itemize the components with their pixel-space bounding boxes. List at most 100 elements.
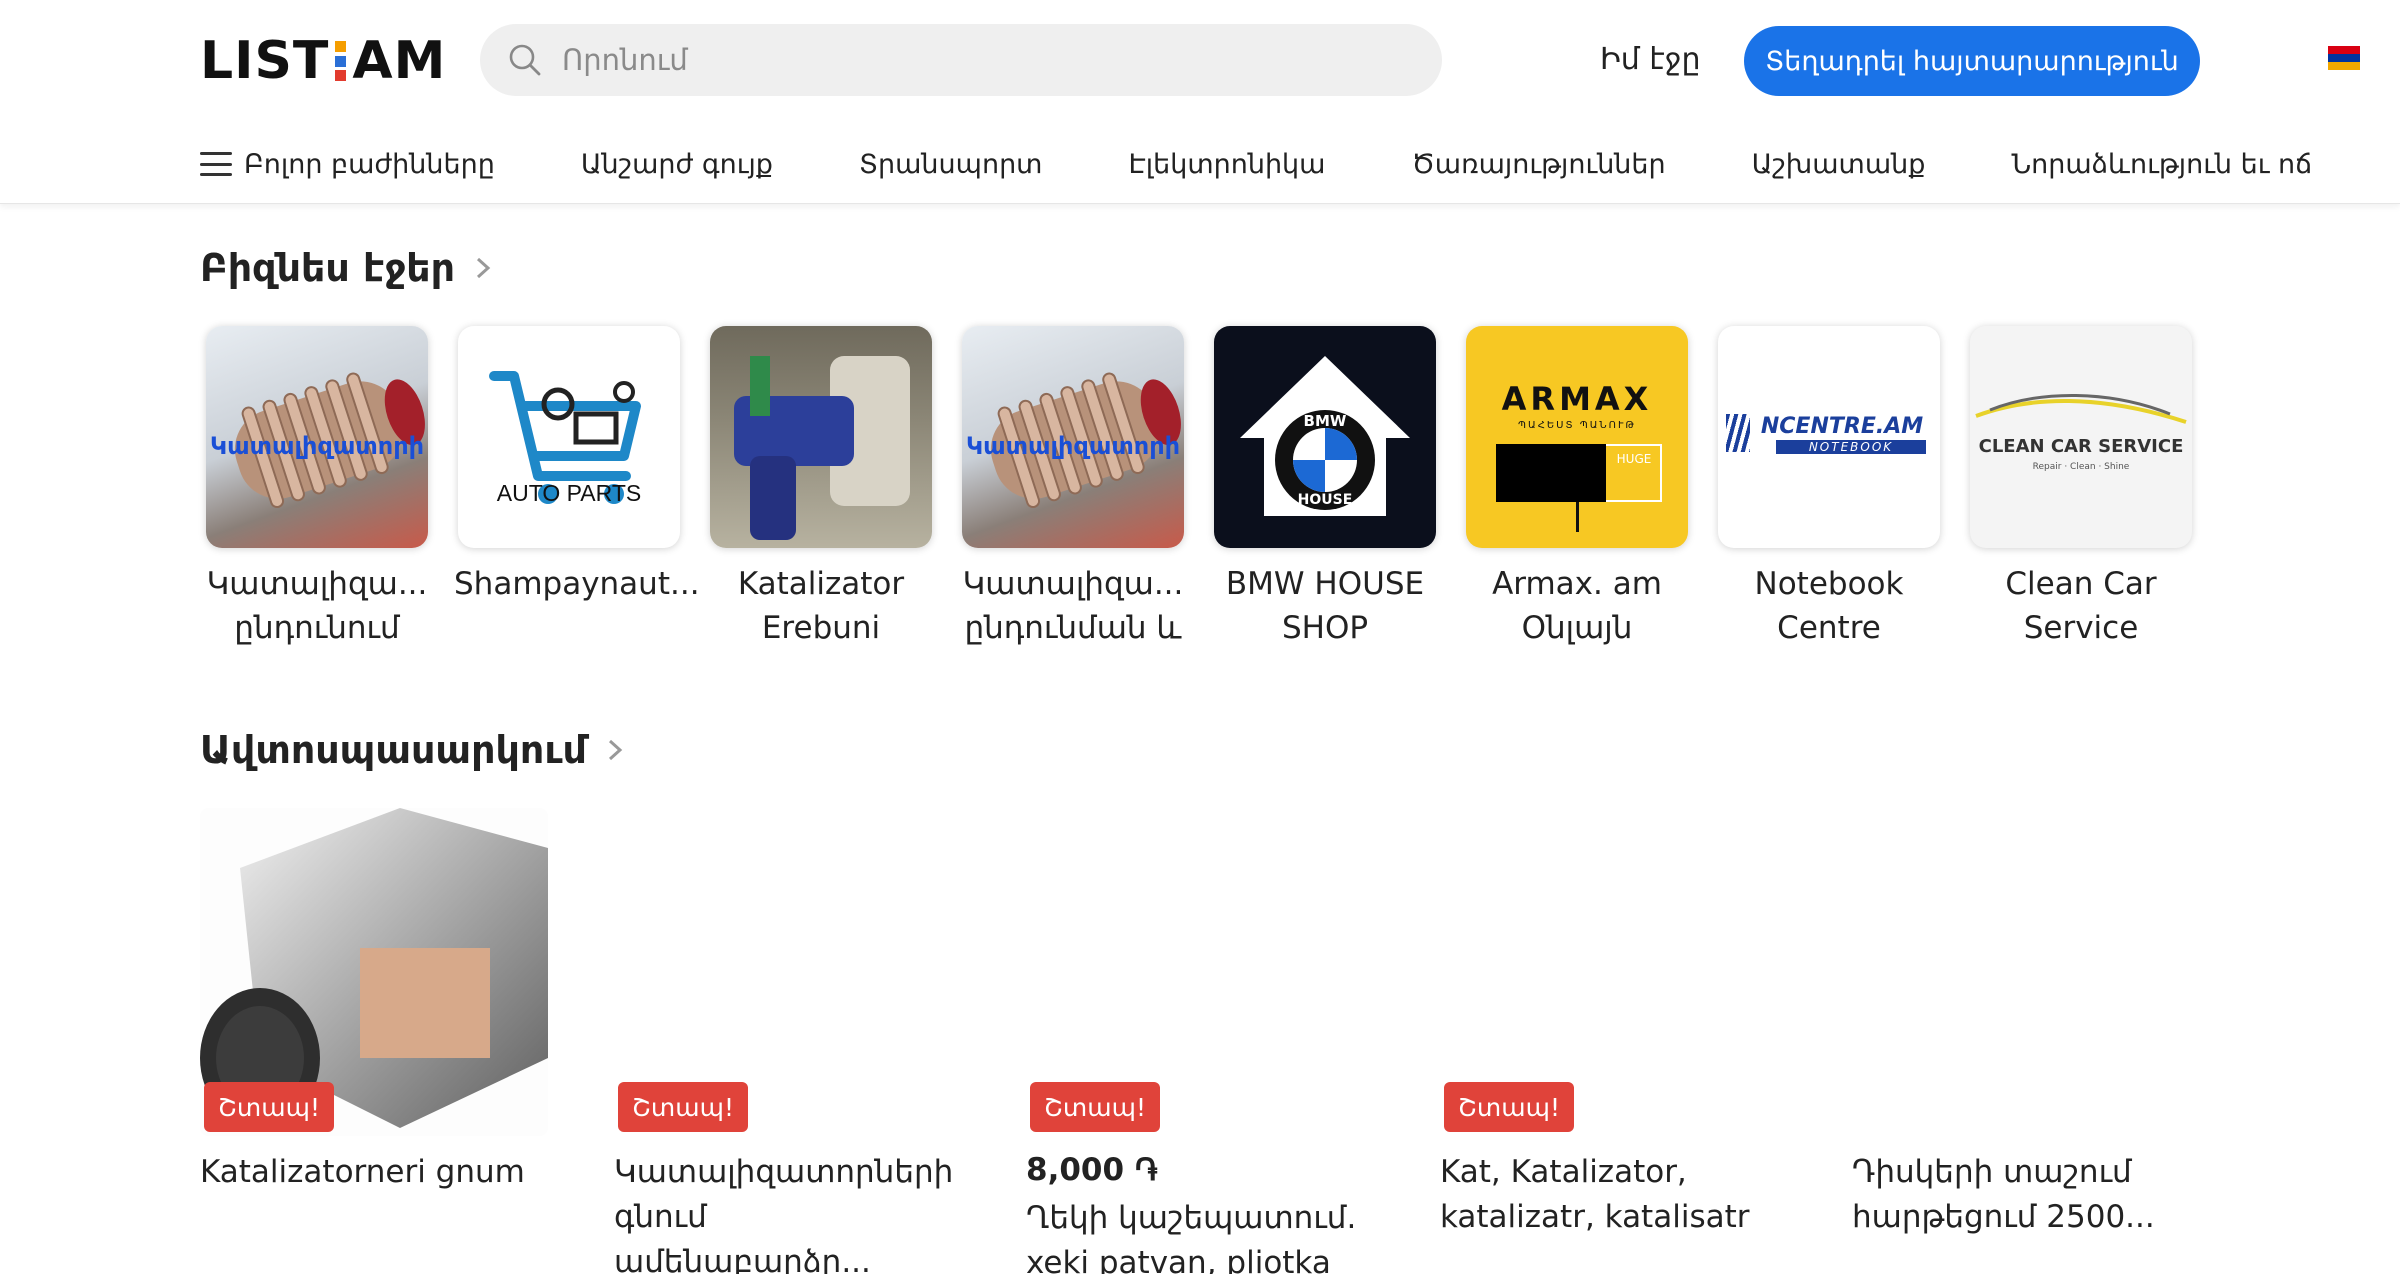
logo-text: HUGE: [1616, 452, 1652, 466]
business-name: BMW HOUSE SHOP: [1210, 562, 1440, 650]
ad-title-line1: Ղեկի կաշեպատում.: [1026, 1200, 1357, 1236]
hamburger-menu-icon: [200, 152, 232, 176]
my-page-link[interactable]: Իմ էջը: [1600, 42, 1701, 77]
ad-title-line1: Kat, Katalizator,: [1440, 1154, 1687, 1190]
logo-text: Repair · Clean · Shine: [2032, 462, 2130, 472]
search-input[interactable]: [562, 43, 1382, 77]
business-name-line1: Shampaynaut...: [454, 566, 700, 602]
logo-caption: Կատալիզատորի: [209, 432, 425, 460]
logo-text-right: AM: [352, 31, 447, 91]
business-logo: CLEAN CAR SERVICE Repair · Clean · Shine: [1970, 326, 2192, 548]
business-card[interactable]: NCENTRE.AM NOTEBOOK Notebook Centre: [1714, 318, 1944, 650]
business-name: Katalizator Erebuni: [706, 562, 936, 650]
business-logo: BMW HOUSE: [1214, 326, 1436, 548]
logo-text-left: LIST: [200, 31, 330, 91]
nav-item-jobs[interactable]: Աշխատանք: [1752, 149, 1926, 180]
post-ad-button[interactable]: Տեղադրել հայտարարություն: [1744, 26, 2200, 96]
ad-image: Շտապ!: [1026, 808, 1374, 1136]
ad-card[interactable]: Շտապ! Katalizatorneri gnum: [200, 808, 548, 1195]
shopping-cart-icon: [489, 371, 641, 504]
car-service-title: Ավտոսպասարկում: [200, 728, 587, 772]
logo-caption: AUTO PARTS: [496, 480, 642, 506]
ad-card[interactable]: Դիսկերի տաշում հարթեցում 2500...: [1852, 808, 2200, 1240]
business-name-line1: Կատալիզա...: [962, 566, 1184, 602]
business-name-line2: Service: [2023, 610, 2139, 646]
business-name: Shampaynaut...: [454, 562, 700, 606]
ad-title-line1: Katalizatorneri gnum: [200, 1154, 525, 1190]
business-name-line2: ընդունման և: [964, 610, 1182, 646]
business-name: Կատալիզա... ընդունման և: [958, 562, 1188, 650]
ad-image: Շտապ!: [1440, 808, 1788, 1136]
business-card[interactable]: CLEAN CAR SERVICE Repair · Clean · Shine…: [1966, 318, 2196, 650]
business-name-line2: Օնլայն: [1521, 610, 1633, 646]
chevron-right-icon: [608, 739, 623, 761]
business-card[interactable]: ARMAX ՊԱՀԵՍՏ ՊԱՆՈՒԹ HUGE Armax. am Օնլայ…: [1462, 318, 1692, 650]
logo-text: ARMAX: [1501, 380, 1653, 418]
all-categories-label: Բոլոր բաժինները: [244, 148, 495, 180]
logo-text: HOUSE: [1297, 492, 1353, 508]
car-service-heading[interactable]: Ավտոսպասարկում: [200, 728, 625, 772]
ad-title: Ղեկի կաշեպատում. xeki patvan, pliotka: [1026, 1196, 1374, 1274]
business-name-line2: Centre: [1777, 610, 1881, 646]
business-card[interactable]: AUTO PARTS Shampaynaut...: [454, 318, 700, 606]
business-card[interactable]: Կատալիզատորի Կատալիզա... ընդունման և: [958, 318, 1188, 650]
category-nav: Բոլոր բաժինները Անշարժ գույք Տրանսպորտ Է…: [200, 136, 2312, 192]
car-service-ads-row: Շտապ! Katalizatorneri gnum Շտապ! Կատալիզ…: [200, 808, 2200, 1274]
ad-card[interactable]: Շտապ! Kat, Katalizator, katalizatr, kata…: [1440, 808, 1788, 1240]
business-name: Կատալիզա... ընդունում: [202, 562, 432, 650]
ad-title-line1: Դիսկերի տաշում: [1852, 1154, 2132, 1190]
business-name: Armax. am Օնլայն: [1462, 562, 1692, 650]
nav-item-electronics[interactable]: Էլեկտրոնիկա: [1128, 149, 1325, 180]
logo-caption: Կատալիզատորի: [965, 432, 1181, 460]
business-logo: [710, 326, 932, 548]
ad-title-line2: katalizatr, katalisatr: [1440, 1199, 1750, 1235]
ad-title: Դիսկերի տաշում հարթեցում 2500...: [1852, 1150, 2200, 1240]
business-card[interactable]: BMW HOUSE BMW HOUSE SHOP: [1210, 318, 1440, 650]
chevron-right-icon: [477, 257, 491, 279]
ad-price: 8,000 ֏: [1026, 1152, 1158, 1188]
nav-item-transport[interactable]: Տրանսպորտ: [859, 149, 1043, 180]
business-logo: Կատալիզատորի: [206, 326, 428, 548]
logo-text: NOTEBOOK: [1776, 440, 1926, 454]
nav-item-services[interactable]: Ծառայություններ: [1411, 149, 1665, 180]
business-name-line2: Erebuni: [761, 610, 881, 646]
ad-image: Շտապ!: [614, 808, 962, 1136]
business-name-line2: ընդունում: [234, 610, 400, 646]
nav-item-real-estate[interactable]: Անշարժ գույք: [581, 149, 773, 180]
top-bar: LIST AM Իմ էջը Տեղադրել հայտարարություն …: [0, 0, 2400, 204]
armenian-flag-icon[interactable]: [2328, 46, 2360, 70]
ad-card[interactable]: Շտապ! 8,000 ֏ Ղեկի կաշեպատում. xeki patv…: [1026, 808, 1374, 1274]
urgent-badge: Շտապ!: [1444, 1082, 1575, 1132]
business-name-line1: Armax. am: [1492, 566, 1662, 602]
business-name: Clean Car Service: [1966, 562, 2196, 650]
logo-colon-icon: [335, 41, 347, 81]
business-name-line1: BMW HOUSE: [1225, 566, 1425, 602]
urgent-badge: Շտապ!: [618, 1082, 749, 1132]
ad-title-line2: հարթեցում 2500...: [1852, 1199, 2155, 1235]
business-card[interactable]: Կատալիզատորի Կատալիզա... ընդունում: [202, 318, 432, 650]
all-categories-menu[interactable]: Բոլոր բաժինները: [200, 149, 495, 180]
search-bar[interactable]: [480, 24, 1442, 96]
bmw-house-icon: [1240, 356, 1410, 516]
business-name-line1: Կատալիզա...: [206, 566, 428, 602]
business-card[interactable]: Katalizator Erebuni: [706, 318, 936, 650]
ad-image: [1852, 808, 2200, 1136]
site-logo[interactable]: LIST AM: [200, 31, 446, 91]
ad-card[interactable]: Շտապ! Կատալիզատորների գնում ամենաբարձր..…: [614, 808, 962, 1274]
urgent-badge: Շտապ!: [1030, 1082, 1161, 1132]
business-pages-heading[interactable]: Բիզնես էջեր: [200, 246, 493, 290]
business-logo: NCENTRE.AM NOTEBOOK: [1718, 326, 1940, 548]
ad-title: Katalizatorneri gnum: [200, 1150, 548, 1195]
business-logo: ARMAX ՊԱՀԵՍՏ ՊԱՆՈՒԹ HUGE: [1466, 326, 1688, 548]
business-name-line1: Clean Car: [2005, 566, 2157, 602]
logo-text: BMW: [1303, 412, 1347, 430]
ad-title: Կատալիզատորների գնում ամենաբարձր...: [614, 1150, 962, 1274]
search-icon: [509, 44, 541, 76]
business-logo: Կատալիզատորի: [962, 326, 1184, 548]
urgent-badge: Շտապ!: [204, 1082, 335, 1132]
ad-title-line2: xeki patvan, pliotka: [1026, 1245, 1331, 1274]
business-name-line1: Notebook: [1754, 566, 1904, 602]
business-pages-title: Բիզնես էջեր: [200, 246, 456, 290]
nav-item-fashion[interactable]: Նորաձևություն եւ ոճ: [2011, 149, 2312, 180]
logo-text: NCENTRE.AM: [1760, 414, 1924, 439]
